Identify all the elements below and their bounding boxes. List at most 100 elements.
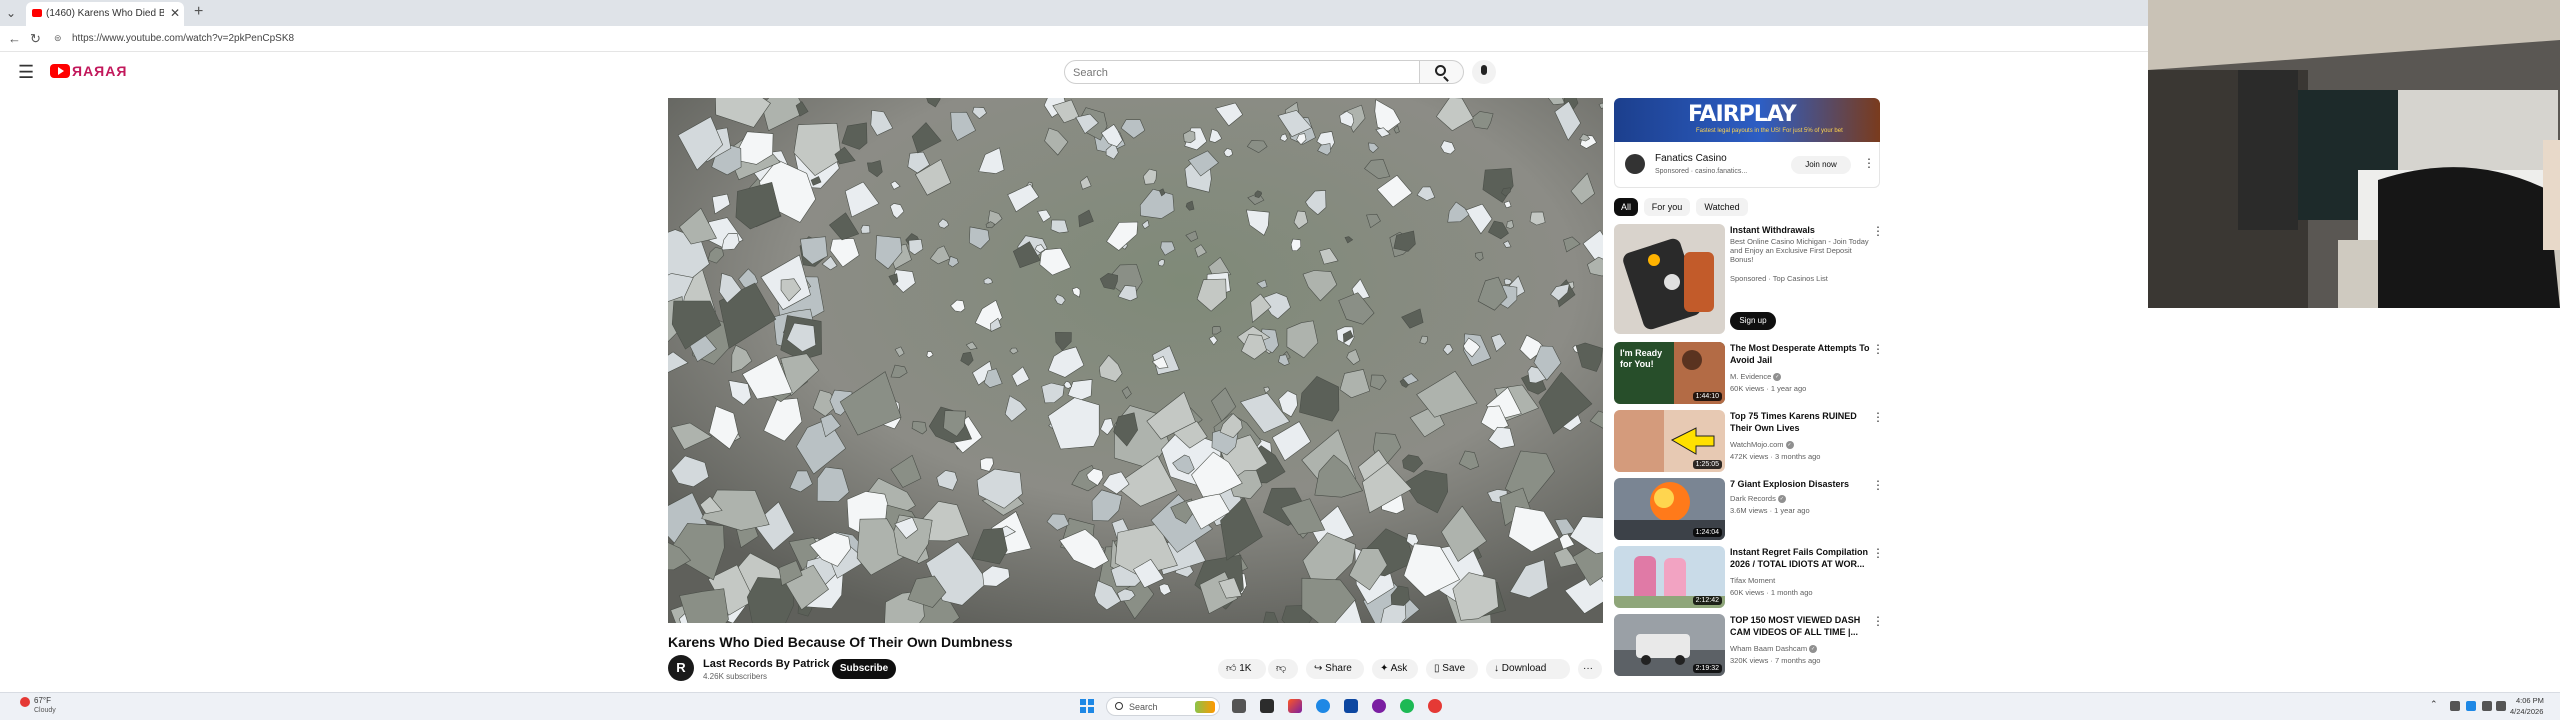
search-button[interactable] (1420, 60, 1464, 84)
dislike-button[interactable]: 👎︎ (1268, 659, 1298, 679)
rec-thumbnail[interactable] (1614, 224, 1725, 334)
youtube-logo-text[interactable]: ЯАЯАЯ (72, 63, 127, 79)
subscriber-count: 4.26K subscribers (703, 672, 768, 681)
rec-thumbnail[interactable]: I'm Ready for You! 1:44:10 (1614, 342, 1725, 404)
terminal-icon[interactable] (1260, 699, 1274, 713)
subscribe-button[interactable]: Subscribe (832, 659, 896, 679)
clock-time[interactable]: 4:06 PM (2516, 696, 2544, 705)
rec-thumbnail[interactable]: 1:24:04 (1614, 478, 1725, 540)
app-icon[interactable] (1288, 699, 1302, 713)
rec-channel-name: Wham Baam Dashcam (1730, 644, 1808, 653)
rec-channel[interactable]: Tifax Moment (1730, 576, 1775, 586)
rec-channel[interactable]: M. Evidence ✓ (1730, 372, 1782, 382)
sponsored-recommendation[interactable]: Instant Withdrawals Best Online Casino M… (1614, 224, 1884, 334)
ask-button[interactable]: ✦ Ask (1372, 659, 1418, 679)
rec-duration: 2:12:42 (1692, 596, 1722, 605)
ad-card[interactable]: Fanatics Casino Sponsored · casino.fanat… (1614, 142, 1880, 188)
browser-window: ⌄ (1460) Karens Who Died Becau ✕ + ← ↻ ⊜… (0, 0, 2148, 692)
save-label: Save (1442, 663, 1466, 674)
rec-thumbnail[interactable]: 1:25:05 (1614, 410, 1725, 472)
rec-thumbnail[interactable]: 2:12:42 (1614, 546, 1725, 608)
voice-search-button[interactable] (1472, 60, 1496, 84)
ad-more-icon[interactable]: ⋮ (1863, 156, 1875, 170)
channel-name[interactable]: Last Records By Patrick (703, 658, 830, 670)
recording-app-icon[interactable] (1428, 699, 1442, 713)
spotify-icon[interactable] (1400, 699, 1414, 713)
rec-more-icon[interactable]: ⋮ (1872, 224, 1884, 238)
list-item[interactable]: 2:12:42 Instant Regret Fails Compilation… (1614, 546, 1884, 608)
wifi-icon[interactable] (2482, 701, 2492, 711)
rec-title[interactable]: Top 75 Times Karens RUINED Their Own Liv… (1730, 410, 1870, 434)
rec-more-icon[interactable]: ⋮ (1872, 478, 1884, 492)
rec-title[interactable]: Instant Regret Fails Compilation 2026 / … (1730, 546, 1870, 570)
search-icon (1115, 702, 1123, 710)
task-view-icon[interactable] (1232, 699, 1246, 713)
download-icon: ↓ (1494, 663, 1499, 674)
rec-more-icon[interactable]: ⋮ (1872, 614, 1884, 628)
chat-app-icon[interactable] (1372, 699, 1386, 713)
volume-icon[interactable] (2496, 701, 2506, 711)
rec-channel[interactable]: WatchMojo.com ✓ (1730, 440, 1794, 450)
rec-more-icon[interactable]: ⋮ (1872, 410, 1884, 424)
site-info-icon[interactable]: ⊜ (54, 33, 62, 44)
ad-join-button[interactable]: Join now (1791, 156, 1851, 174)
download-button[interactable]: ↓ Download (1486, 659, 1570, 679)
edge-browser-icon[interactable] (1316, 699, 1330, 713)
weather-condition[interactable]: Cloudy (34, 707, 56, 714)
hamburger-menu-icon[interactable]: ☰ (18, 62, 34, 83)
rec-title[interactable]: Instant Withdrawals (1730, 224, 1870, 236)
rec-ad-signup-button[interactable]: Sign up (1730, 312, 1776, 330)
tab-list-chevron-icon[interactable]: ⌄ (6, 6, 16, 20)
screen: ⌄ (1460) Karens Who Died Becau ✕ + ← ↻ ⊜… (0, 0, 2560, 720)
list-item[interactable]: 2:19:32 TOP 150 MOST VIEWED DASH CAM VID… (1614, 614, 1884, 676)
tray-overflow-chevron-icon[interactable]: ⌃ (2430, 699, 2438, 710)
video-player[interactable] (668, 98, 1603, 623)
url-field[interactable]: ⊜ https://www.youtube.com/watch?v=2pkPen… (50, 30, 2130, 48)
webcam-overlay (2148, 0, 2560, 308)
list-item[interactable]: 1:24:04 7 Giant Explosion Disasters Dark… (1614, 478, 1884, 540)
rec-channel[interactable]: Wham Baam Dashcam ✓ (1730, 644, 1818, 654)
share-button[interactable]: ↪ Share (1306, 659, 1364, 679)
rec-channel-name: WatchMojo.com (1730, 440, 1784, 449)
channel-avatar[interactable]: R (668, 655, 694, 681)
like-button[interactable]: 👍︎ 1K (1218, 659, 1266, 679)
ask-label: Ask (1390, 663, 1408, 674)
tab-youtube[interactable]: (1460) Karens Who Died Becau ✕ (26, 2, 184, 26)
new-tab-button[interactable]: + (194, 3, 203, 21)
reload-icon[interactable]: ↻ (30, 31, 41, 47)
rec-thumbnail[interactable]: 2:19:32 (1614, 614, 1725, 676)
windows-start-icon[interactable] (1080, 699, 1094, 713)
rec-meta: 60K views · 1 year ago (1730, 384, 1807, 393)
youtube-favicon-icon (32, 9, 42, 17)
rec-duration: 1:25:05 (1692, 460, 1722, 469)
chip-watched[interactable]: Watched (1696, 198, 1748, 216)
rec-channel[interactable]: Dark Records ✓ (1730, 494, 1786, 504)
store-icon[interactable] (1344, 699, 1358, 713)
ad-banner[interactable]: FAIRPLAY Fastest legal payouts in the US… (1614, 98, 1880, 142)
tab-bar: ⌄ (1460) Karens Who Died Becau ✕ + (0, 0, 2148, 26)
search-input[interactable] (1073, 65, 1403, 81)
rec-meta: 472K views · 3 months ago (1730, 452, 1821, 461)
rec-title[interactable]: TOP 150 MOST VIEWED DASH CAM VIDEOS OF A… (1730, 614, 1870, 638)
youtube-logo-icon[interactable] (50, 64, 70, 78)
weather-icon[interactable] (20, 697, 30, 707)
rec-more-icon[interactable]: ⋮ (1872, 546, 1884, 560)
list-item[interactable]: 1:25:05 Top 75 Times Karens RUINED Their… (1614, 410, 1884, 472)
save-button[interactable]: ▯ Save (1426, 659, 1478, 679)
ad-banner-title: FAIRPLAY (1688, 102, 1797, 127)
list-item[interactable]: I'm Ready for You! 1:44:10 The Most Desp… (1614, 342, 1884, 404)
taskbar-search[interactable]: Search (1106, 697, 1220, 716)
rec-more-icon[interactable]: ⋮ (1872, 342, 1884, 356)
rec-title[interactable]: 7 Giant Explosion Disasters (1730, 478, 1870, 490)
back-arrow-icon[interactable]: ← (8, 31, 21, 46)
chip-all[interactable]: All (1614, 198, 1638, 216)
more-actions-button[interactable]: ··· (1578, 659, 1602, 679)
weather-temperature[interactable]: 67°F (34, 696, 51, 705)
chip-for-you[interactable]: For you (1644, 198, 1690, 216)
rec-title[interactable]: The Most Desperate Attempts To Avoid Jai… (1730, 342, 1870, 366)
tray-app-icon[interactable] (2450, 701, 2460, 711)
search-highlight-icon (1195, 701, 1215, 713)
tray-network-icon[interactable] (2466, 701, 2476, 711)
clock-date[interactable]: 4/24/2026 (2510, 707, 2543, 716)
tab-close-icon[interactable]: ✕ (170, 6, 180, 20)
